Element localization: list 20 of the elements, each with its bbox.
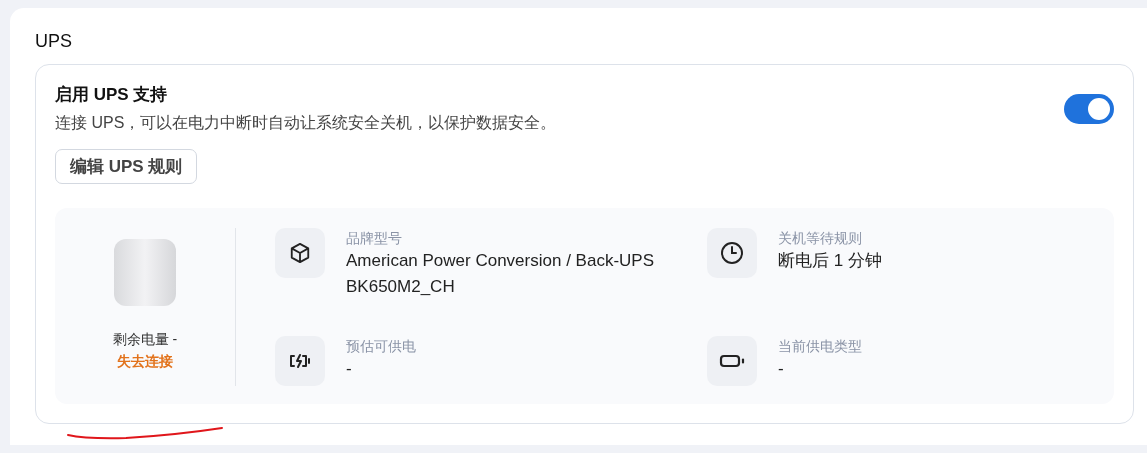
info-value: 断电后 1 分钟 [778, 250, 883, 272]
info-label: 预估可供电 [346, 337, 417, 356]
info-label: 关机等待规则 [778, 229, 863, 248]
cube-icon [289, 242, 311, 264]
info-value: - [346, 358, 353, 380]
info-value: American Power Conversion / Back-UPS BK650M2_CH [346, 250, 655, 298]
ups-device-icon [114, 239, 176, 306]
clock-icon [720, 241, 744, 265]
info-label: 当前供电类型 [778, 337, 863, 356]
edit-rules-button[interactable]: 编辑 UPS 规则 [55, 149, 198, 184]
info-label: 品牌型号 [346, 229, 403, 248]
battery-icon [719, 353, 745, 369]
charging-battery-icon [288, 353, 312, 369]
setting-title: 启用 UPS 支持 [55, 84, 169, 106]
info-value: - [778, 358, 785, 380]
connection-status: 失去连接 [117, 352, 173, 371]
section-title: UPS [35, 30, 73, 52]
battery-level-text: 剩余电量 - [112, 330, 178, 349]
setting-description: 连接 UPS，可以在电力中断时自动让系统安全关机，以保护数据安全。 [55, 113, 557, 133]
toggle-switch[interactable] [1064, 94, 1114, 124]
